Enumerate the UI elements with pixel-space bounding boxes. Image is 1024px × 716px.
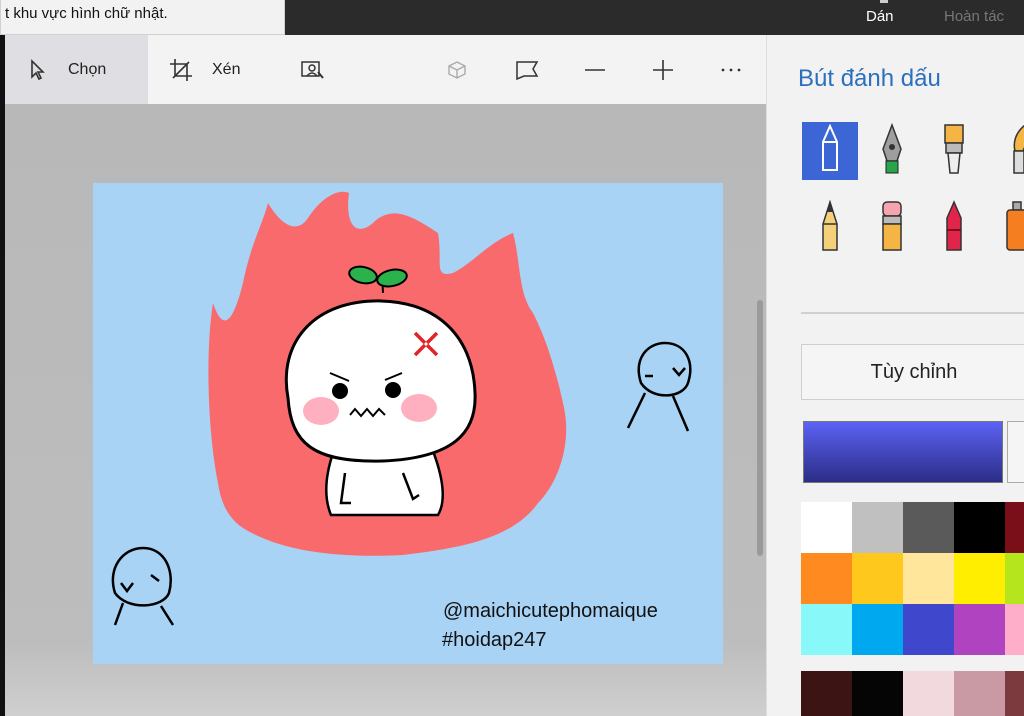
magic-select-button[interactable] — [300, 35, 330, 104]
drawing-artwork: @maichicutephomaique #hoidap247 — [111, 191, 692, 651]
select-label: Chọn — [68, 60, 107, 78]
selection-toolbar: Chọn Xén — [5, 35, 766, 104]
color-swatch[interactable] — [903, 604, 954, 655]
color-swatch[interactable] — [852, 553, 903, 604]
marker-brush-button[interactable] — [802, 122, 858, 180]
plus-icon — [651, 58, 675, 82]
tooltip: t khu vực hình chữ nhật. — [0, 0, 285, 35]
calligraphy-pen-button[interactable] — [864, 122, 920, 180]
top-command-bar: Dán Hoàn tác — [285, 0, 1024, 35]
color-swatch[interactable] — [954, 502, 1005, 553]
panel-title: Bút đánh dấu — [798, 65, 941, 92]
character-head — [284, 299, 477, 463]
secondary-color-swatch[interactable] — [1007, 421, 1024, 483]
oil-brush-button[interactable] — [926, 122, 982, 180]
crayon-button[interactable] — [926, 199, 982, 257]
eraser-button[interactable] — [864, 199, 920, 257]
paste-icon — [880, 0, 888, 3]
drawing-canvas[interactable]: @maichicutephomaique #hoidap247 — [93, 183, 723, 664]
watercolor-brush-button[interactable] — [988, 122, 1024, 180]
tooltip-text: t khu vực hình chữ nhật. — [5, 5, 168, 22]
calligraphy-pen-icon — [877, 122, 907, 180]
stick-figure-right — [626, 341, 692, 432]
watercolor-brush-icon — [1001, 123, 1024, 180]
color-swatch[interactable] — [801, 502, 852, 553]
color-swatch[interactable] — [954, 553, 1005, 604]
zoom-out-button[interactable] — [583, 35, 613, 104]
customize-button[interactable]: Tùy chỉnh — [801, 344, 1024, 400]
undo-button[interactable]: Hoàn tác — [944, 8, 1004, 25]
crop-label: Xén — [212, 60, 241, 78]
pencil-icon — [815, 199, 845, 257]
color-swatch[interactable] — [801, 604, 852, 655]
zoom-in-button[interactable] — [651, 35, 681, 104]
color-swatch[interactable] — [1005, 671, 1024, 716]
watermark-line1: @maichicutephomaique — [443, 600, 658, 622]
color-swatch[interactable] — [954, 604, 1005, 655]
spray-can-icon — [1001, 200, 1024, 257]
select-button[interactable]: Chọn — [5, 35, 148, 104]
watermark-line2: #hoidap247 — [442, 629, 547, 651]
crop-button[interactable]: Xén — [168, 35, 258, 104]
stick-figure-left — [111, 546, 175, 626]
color-swatch[interactable] — [1005, 604, 1024, 655]
paste-button[interactable]: Dán — [866, 0, 894, 25]
more-options-button[interactable] — [719, 35, 749, 104]
color-swatch[interactable] — [1005, 502, 1024, 553]
select-cursor-icon — [27, 58, 49, 82]
remove-background-button[interactable] — [445, 35, 475, 104]
color-swatch[interactable] — [903, 502, 954, 553]
ellipsis-icon — [719, 58, 743, 82]
current-color-swatch[interactable] — [803, 421, 1003, 483]
color-swatch[interactable] — [954, 671, 1005, 716]
crayon-icon — [939, 199, 969, 257]
flip-button[interactable] — [514, 35, 544, 104]
marker-icon — [815, 123, 845, 179]
customize-label: Tùy chỉnh — [870, 360, 958, 383]
color-swatch[interactable] — [1005, 553, 1024, 604]
paste-label: Dán — [866, 8, 894, 25]
eraser-icon — [877, 200, 907, 257]
vertical-scrollbar[interactable] — [757, 300, 763, 556]
spray-can-button[interactable] — [988, 199, 1024, 257]
undo-label: Hoàn tác — [944, 8, 1005, 25]
brush-panel: Bút đánh dấu Tùy chỉnh — [766, 35, 1024, 716]
panel-divider — [801, 312, 1024, 314]
color-swatch[interactable] — [903, 553, 954, 604]
oil-brush-icon — [939, 123, 969, 180]
color-swatch[interactable] — [801, 671, 852, 716]
color-swatch[interactable] — [852, 502, 903, 553]
pencil-button[interactable] — [802, 199, 858, 257]
flag-icon — [514, 58, 540, 82]
minus-icon — [583, 58, 607, 82]
magic-select-icon — [300, 58, 326, 82]
crop-icon — [168, 57, 194, 83]
color-swatch[interactable] — [801, 553, 852, 604]
color-swatch[interactable] — [903, 671, 954, 716]
color-swatch[interactable] — [852, 671, 903, 716]
cube-icon — [445, 58, 469, 82]
color-swatch[interactable] — [852, 604, 903, 655]
